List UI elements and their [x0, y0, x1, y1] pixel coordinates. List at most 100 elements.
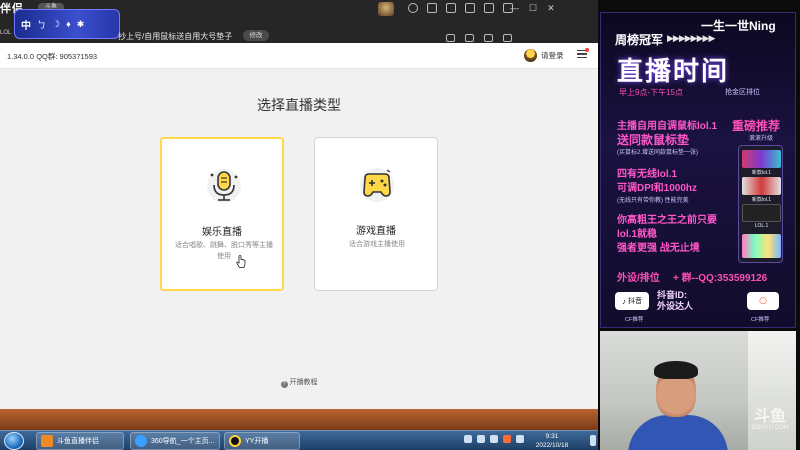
network-icon[interactable] — [464, 435, 472, 443]
page-title: 选择直播类型 — [257, 97, 341, 113]
ime-skin-icon[interactable]: ♦ — [66, 19, 71, 29]
gamepad-icon — [363, 169, 391, 197]
game-live-card[interactable]: 游戏直播 适合游戏主播使用 — [314, 137, 438, 291]
taskbar-item-yy[interactable]: YY开播 — [224, 432, 300, 450]
secondary-toolbar — [446, 34, 512, 42]
save-icon[interactable] — [465, 3, 475, 13]
volume-icon[interactable] — [490, 435, 498, 443]
promo-line: 送同款鼠标垫 — [617, 133, 690, 147]
fullscreen-icon[interactable] — [503, 34, 512, 42]
mouse-product-panel: 新款lol.1 新款lol.1 LOL.1 — [738, 145, 783, 263]
stream-title: 抄上号/自用鼠标送自用大号垫子 — [118, 32, 233, 41]
window-controls: — ☐ ✕ — [510, 3, 555, 14]
browser-360-icon — [135, 435, 147, 447]
shirt-icon[interactable] — [484, 3, 494, 13]
ime-toolbar[interactable]: 中 ㄅ ☽ ♦ ✱ — [14, 9, 120, 39]
promo-note: (买鼠标2.增送同款鼠标垫一张) — [617, 150, 699, 156]
flag-icon[interactable] — [477, 435, 485, 443]
help-icon: ? — [280, 381, 288, 388]
card-title: 游戏直播 — [356, 226, 396, 237]
app-tray-icon[interactable] — [503, 435, 511, 443]
promo-line: 强者更强 战无止境 — [617, 243, 700, 254]
ime-settings-icon[interactable]: ✱ — [77, 19, 85, 30]
ime-moon-icon[interactable]: ☽ — [52, 19, 60, 30]
lol-prefix: LOL — [0, 30, 12, 36]
promo-note: (无线只有带你教) 性能完美 — [617, 198, 689, 204]
desktop-background — [0, 409, 600, 430]
screen: 伴侣 斗鱼 LOL 中 ㄅ ☽ ♦ ✱ 抄上号/自用鼠标送自用大号垫子 修改 —… — [0, 0, 800, 450]
card-title: 娱乐直播 — [202, 227, 242, 238]
poster-footer-right: CF推荐 — [751, 317, 770, 323]
qq-group-label: + 群--QQ:353599126 — [673, 273, 768, 284]
follow-badge: ⎔ — [747, 292, 779, 310]
system-clock[interactable]: 9:31 2022/10/18 — [530, 432, 574, 450]
tutorial-link[interactable]: ? 开播教程 — [0, 377, 598, 388]
webcam-background-window — [748, 331, 796, 450]
layout-icon[interactable] — [465, 34, 474, 42]
login-avatar-icon[interactable] — [524, 49, 537, 62]
ime-language-label[interactable]: 中 — [21, 17, 31, 32]
login-link[interactable]: 请登录 — [541, 50, 564, 61]
clock-date: 2022/10/18 — [535, 442, 569, 449]
taskbar: 斗鱼直播伴侣 360导航_一个主页... YY开播 9:31 2022/10/1… — [0, 430, 600, 450]
stream-area: 抢金区排位 — [725, 89, 760, 96]
douyu-icon — [41, 435, 53, 447]
stream-poster: 一生一世Ning 周榜冠军 ▶▶▶▶▶▶▶▶ 直播时间 早上9点-下午15点 抢… — [600, 12, 796, 328]
card-description: 适合唱歌、跳舞、脱口秀等主播使用 — [175, 242, 273, 260]
record-icon[interactable] — [446, 34, 455, 42]
promo-line: 你高粗王之王之前只要 — [617, 215, 717, 226]
show-desktop-button[interactable] — [590, 435, 596, 446]
mouse-label: LOL.1 — [754, 223, 769, 229]
recommend-subheading: 滚滚升级 — [749, 136, 774, 142]
hand-cursor-icon — [236, 255, 246, 268]
tutorial-label[interactable]: 开播教程 — [290, 379, 318, 386]
douyin-id: 抖音ID: 外设达人 — [657, 290, 694, 311]
modify-title-button[interactable]: 修改 — [243, 30, 269, 41]
mouse-product-image — [742, 204, 781, 222]
ime-symbol-icon[interactable]: ㄅ — [37, 18, 46, 31]
taskbar-item-label: YY开播 — [245, 438, 269, 445]
login-area[interactable]: 请登录 — [524, 49, 564, 62]
mouse-label: 新款lol.1 — [751, 170, 772, 176]
taskbar-item-douyu[interactable]: 斗鱼直播伴侣 — [36, 432, 124, 450]
user-avatar[interactable] — [378, 2, 394, 16]
live-type-dialog: 1.34.0.0 QQ群: 905371593 请登录 选择直播类型 娱乐直播 — [0, 43, 598, 409]
notice-icon[interactable] — [446, 3, 456, 13]
streamer-hair — [654, 361, 698, 379]
contact-label: 外设/排位 — [617, 273, 660, 284]
douyin-badge: ♪ 抖音 — [615, 292, 649, 310]
follow-icon: ⎔ — [759, 295, 767, 306]
close-icon[interactable]: ✕ — [547, 3, 555, 14]
mouse-product-image — [742, 234, 781, 258]
promo-line: 四有无线lol.1 — [617, 169, 678, 180]
poster-arrows: ▶▶▶▶▶▶▶▶ — [667, 33, 715, 43]
notification-dot — [585, 48, 589, 52]
minimize-icon[interactable]: — — [510, 3, 519, 14]
message-icon[interactable] — [427, 3, 437, 13]
mouse-product-image — [742, 177, 781, 195]
settings-icon[interactable] — [484, 34, 493, 42]
watermark-text: DOUYU.COM — [751, 425, 789, 431]
douyu-watermark: 斗鱼 DOUYU.COM — [750, 408, 790, 432]
webcam-view: 斗鱼 DOUYU.COM — [600, 331, 796, 450]
douyin-icon: ♪ — [622, 296, 626, 306]
poster-badge: 周榜冠军 — [615, 33, 664, 47]
taskbar-item-browser[interactable]: 360导航_一个主页... — [130, 432, 220, 450]
keyboard-icon[interactable] — [516, 435, 524, 443]
maximize-icon[interactable]: ☐ — [529, 3, 537, 14]
watermark-logo: 斗鱼 — [753, 408, 786, 425]
recommend-heading: 重磅推荐 — [732, 119, 781, 133]
top-toolbar-icons — [408, 3, 513, 13]
yy-icon — [229, 435, 241, 447]
promo-line: 可调DPI和1000hz — [617, 183, 698, 194]
dialog-header: 1.34.0.0 QQ群: 905371593 请登录 — [0, 43, 598, 69]
system-tray — [464, 435, 524, 443]
entertainment-live-card[interactable]: 娱乐直播 适合唱歌、跳舞、脱口秀等主播使用 — [160, 137, 284, 291]
start-button[interactable] — [4, 432, 24, 450]
headset-icon[interactable] — [408, 3, 418, 13]
poster-title: 直播时间 — [617, 56, 730, 86]
clock-time: 9:31 — [545, 433, 559, 440]
streamer-body — [628, 415, 728, 450]
taskbar-item-label: 斗鱼直播伴侣 — [57, 438, 99, 445]
douyin-label: 抖音 — [628, 298, 642, 305]
